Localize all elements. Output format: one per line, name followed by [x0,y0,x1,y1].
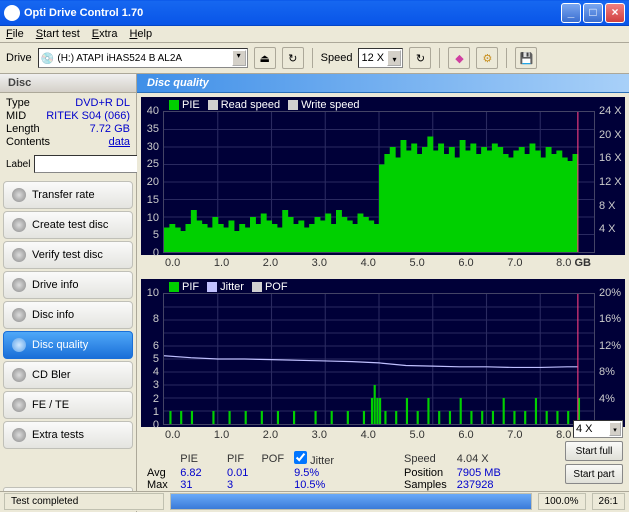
menu-help[interactable]: Help [129,28,152,40]
chart1-y-right: 24 X20 X16 X12 X8 X4 X [597,111,623,253]
chart2-plot [163,293,595,425]
quality-icon [12,338,26,352]
start-full-button[interactable]: Start full [565,441,623,461]
chevron-down-icon[interactable]: ▾ [387,50,401,66]
disc-info: Type DVD+R DL MID RITEK S04 (066) Length 7.… [0,93,136,153]
speed-label: Speed [321,52,353,64]
chart2-y-left: 1086543210 [143,293,161,425]
chart1-xaxis: 0.01.02.03.04.05.06.07.08.0 GB [141,255,625,275]
disc-mid-label: MID [6,110,26,122]
menu-start-test[interactable]: Start test [36,28,80,40]
chart1-legend: PIE Read speed Write speed [169,99,360,111]
tab-create-test-disc[interactable]: Create test disc [3,211,133,239]
toolbar: Drive 💿 (H:) ATAPI iHAS524 B AL2A ▾ ⏏ ↻ … [0,43,629,74]
disc-label-label: Label [6,159,30,170]
chart1-plot [163,111,595,253]
tab-verify-test-disc[interactable]: Verify test disc [3,241,133,269]
progress-pct: 100.0% [538,493,586,510]
gauge-icon [12,188,26,202]
erase-button[interactable]: ◆ [448,47,470,69]
drive-value: (H:) ATAPI iHAS524 B AL2A [57,53,182,64]
refresh-speed-button[interactable]: ↻ [409,47,431,69]
start-part-button[interactable]: Start part [565,464,623,484]
save-button[interactable]: 💾 [515,47,537,69]
statusbar: Test completed 100.0% 26:1 [0,491,629,511]
wave-icon [12,398,26,412]
titlebar: Opti Drive Control 1.70 _ □ × [0,0,629,26]
tab-cd-bler[interactable]: CD Bler [3,361,133,389]
tab-drive-info[interactable]: Drive info [3,271,133,299]
maximize-button[interactable]: □ [583,3,603,23]
disc-icon [12,218,26,232]
menu-file[interactable]: File [6,28,24,40]
drive-select[interactable]: 💿 (H:) ATAPI iHAS524 B AL2A ▾ [38,48,248,68]
drive-label: Drive [6,52,32,64]
tab-disc-info[interactable]: Disc info [3,301,133,329]
menu-extra[interactable]: Extra [92,28,118,40]
scan-speed-select[interactable]: 4 X▾ [573,420,623,438]
status-text: Test completed [4,493,164,510]
speed-select[interactable]: 12 X ▾ [358,48,403,68]
chevron-down-icon[interactable]: ▾ [609,422,621,436]
check-icon [12,248,26,262]
speed-value: 12 X [361,52,384,64]
tab-fe-te[interactable]: FE / TE [3,391,133,419]
disc-length-label: Length [6,123,40,135]
options-button[interactable]: ⚙ [476,47,498,69]
info-icon [12,278,26,292]
refresh-drive-button[interactable]: ↻ [282,47,304,69]
app-icon [4,5,20,21]
elapsed-time: 26:1 [592,493,625,510]
jitter-checkbox[interactable] [294,451,307,464]
disc-header: Disc [0,74,136,93]
drive-icon: 💿 [41,52,55,65]
chart2-y-right: 20%16%12%8%4% [597,293,623,425]
disc-mid-value: RITEK S04 (066) [46,110,130,122]
disc-contents-label: Contents [6,136,50,148]
sidebar: Disc Type DVD+R DL MID RITEK S04 (066) Len… [0,74,137,512]
panel-title: Disc quality [137,74,629,93]
pie-chart: PIE Read speed Write speed 4035302520151… [141,97,625,255]
chart2-legend: PIF Jitter POF [169,281,288,293]
info-icon [12,308,26,322]
disc-length-value: 7.72 GB [90,123,130,135]
chevron-down-icon[interactable]: ▾ [232,50,246,66]
menubar: File Start test Extra Help [0,26,629,43]
disc-contents-value[interactable]: data [109,136,130,148]
disc-type-value: DVD+R DL [75,97,130,109]
tab-transfer-rate[interactable]: Transfer rate [3,181,133,209]
pif-chart: PIF Jitter POF 1086543210 20%16%12%8%4% [141,279,625,427]
content-panel: Disc quality PIE Read speed Write speed … [137,74,629,512]
eject-button[interactable]: ⏏ [254,47,276,69]
tab-disc-quality[interactable]: Disc quality [3,331,133,359]
chart1-y-left: 4035302520151050 [143,111,161,253]
chart-icon [12,368,26,382]
disc-type-label: Type [6,97,30,109]
progress-bar [170,493,532,510]
plus-icon [12,428,26,442]
tab-extra-tests[interactable]: Extra tests [3,421,133,449]
minimize-button[interactable]: _ [561,3,581,23]
close-button[interactable]: × [605,3,625,23]
window-title: Opti Drive Control 1.70 [24,7,561,19]
